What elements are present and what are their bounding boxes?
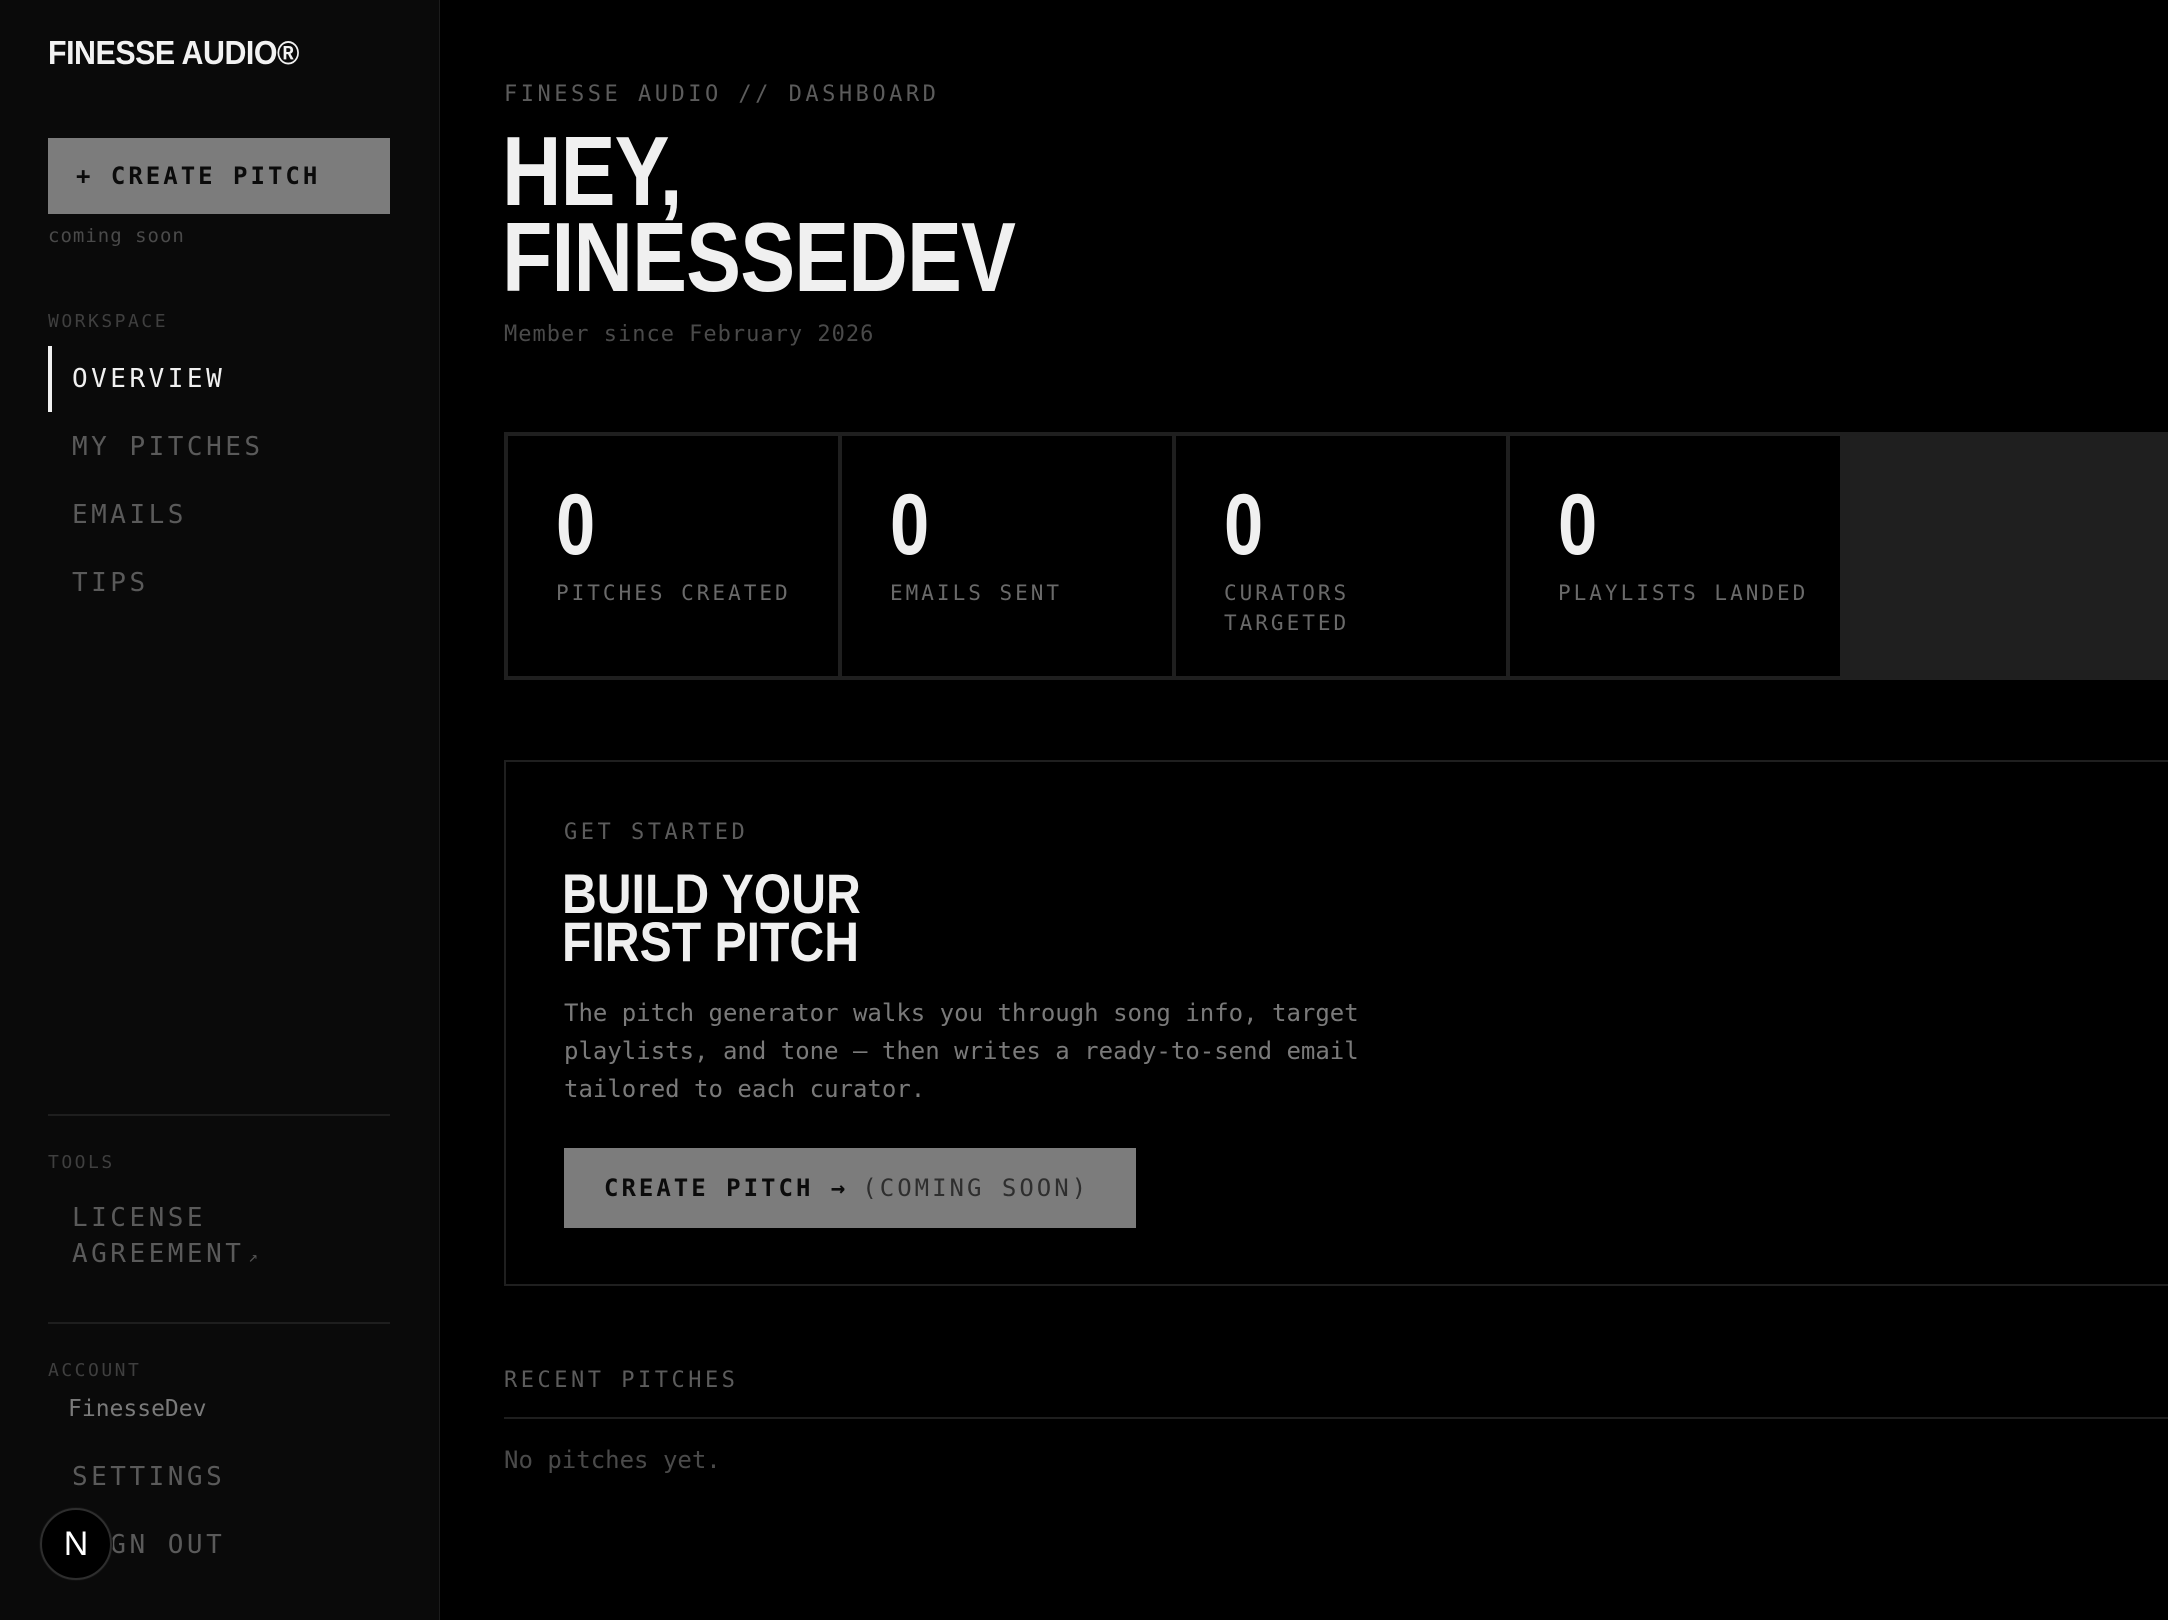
create-pitch-cta-button[interactable]: CREATE PITCH → (COMING SOON) bbox=[564, 1148, 1136, 1228]
sidebar-item-emails[interactable]: EMAILS bbox=[48, 482, 390, 548]
cta-label: CREATE PITCH → bbox=[604, 1174, 849, 1202]
main-content: FINESSE AUDIO // DASHBOARD HEY, FINESSED… bbox=[440, 0, 2168, 1620]
sidebar-divider bbox=[48, 1322, 390, 1324]
license-line-2: AGREEMENT bbox=[72, 1239, 245, 1269]
sidebar-item-label: MY PITCHES bbox=[72, 432, 264, 462]
sidebar-item-overview[interactable]: OVERVIEW bbox=[48, 346, 390, 412]
breadcrumb: FINESSE AUDIO // DASHBOARD bbox=[504, 82, 940, 107]
stat-label: PLAYLISTS LANDED bbox=[1558, 581, 1809, 605]
external-link-icon: ↗ bbox=[248, 1247, 259, 1266]
sidebar: FINESSE AUDIO® + CREATE PITCH coming soo… bbox=[0, 0, 440, 1620]
recent-pitches-empty-state: No pitches yet. bbox=[504, 1446, 721, 1474]
stat-label: CURATORS TARGETED bbox=[1224, 581, 1350, 635]
get-started-card: GET STARTED BUILD YOUR FIRST PITCH The p… bbox=[504, 760, 2168, 1286]
sidebar-item-tips[interactable]: TIPS bbox=[48, 550, 390, 616]
create-pitch-button[interactable]: + CREATE PITCH bbox=[48, 138, 390, 214]
stat-card-emails-sent: 0 EMAILS SENT bbox=[842, 436, 1172, 676]
license-agreement-link[interactable]: LICENSE AGREEMENT ↗ bbox=[72, 1200, 372, 1275]
license-line-1: LICENSE bbox=[72, 1203, 207, 1233]
stat-card-playlists-landed: 0 PLAYLISTS LANDED bbox=[1510, 436, 1840, 676]
create-pitch-note: coming soon bbox=[48, 225, 185, 247]
account-username: FinesseDev bbox=[68, 1396, 207, 1422]
greeting-line-2: FINESSEDEV bbox=[502, 202, 1016, 312]
sidebar-divider bbox=[48, 1114, 390, 1116]
stat-value: 0 bbox=[1224, 477, 1264, 573]
sidebar-item-settings[interactable]: SETTINGS bbox=[48, 1444, 390, 1510]
stat-value: 0 bbox=[890, 477, 930, 573]
member-since: Member since February 2026 bbox=[504, 322, 875, 347]
get-started-description: The pitch generator walks you through so… bbox=[564, 999, 1359, 1103]
page-title: HEY, FINESSEDEV bbox=[502, 122, 1016, 312]
dev-tools-badge-icon[interactable]: N bbox=[40, 1508, 112, 1580]
cta-coming-soon: (COMING SOON) bbox=[862, 1174, 1090, 1202]
brand-logo[interactable]: FINESSE AUDIO® bbox=[48, 34, 299, 72]
get-started-eyebrow: GET STARTED bbox=[564, 820, 749, 845]
sidebar-item-label: OVERVIEW bbox=[72, 364, 226, 394]
get-started-title: BUILD YOUR FIRST PITCH bbox=[562, 866, 923, 973]
account-section-label: ACCOUNT bbox=[48, 1360, 142, 1381]
stat-value: 0 bbox=[1558, 477, 1598, 573]
sidebar-item-label: TIPS bbox=[72, 568, 149, 598]
stat-card-curators-targeted: 0 CURATORS TARGETED bbox=[1176, 436, 1506, 676]
get-started-title-line-2: FIRST PITCH bbox=[562, 910, 859, 973]
stat-value: 0 bbox=[556, 477, 596, 573]
sidebar-item-my-pitches[interactable]: MY PITCHES bbox=[48, 414, 390, 480]
recent-pitches-divider bbox=[504, 1417, 2168, 1419]
recent-pitches-heading: RECENT PITCHES bbox=[504, 1368, 739, 1393]
stat-label: PITCHES CREATED bbox=[556, 581, 791, 605]
sidebar-item-label: SETTINGS bbox=[72, 1462, 226, 1492]
workspace-section-label: WORKSPACE bbox=[48, 311, 169, 332]
tools-section-label: TOOLS bbox=[48, 1152, 115, 1173]
stat-card-pitches-created: 0 PITCHES CREATED bbox=[508, 436, 838, 676]
stat-label: EMAILS SENT bbox=[890, 581, 1063, 605]
sidebar-item-label: EMAILS bbox=[72, 500, 187, 530]
stats-row: 0 PITCHES CREATED 0 EMAILS SENT 0 CURATO… bbox=[504, 432, 2168, 680]
